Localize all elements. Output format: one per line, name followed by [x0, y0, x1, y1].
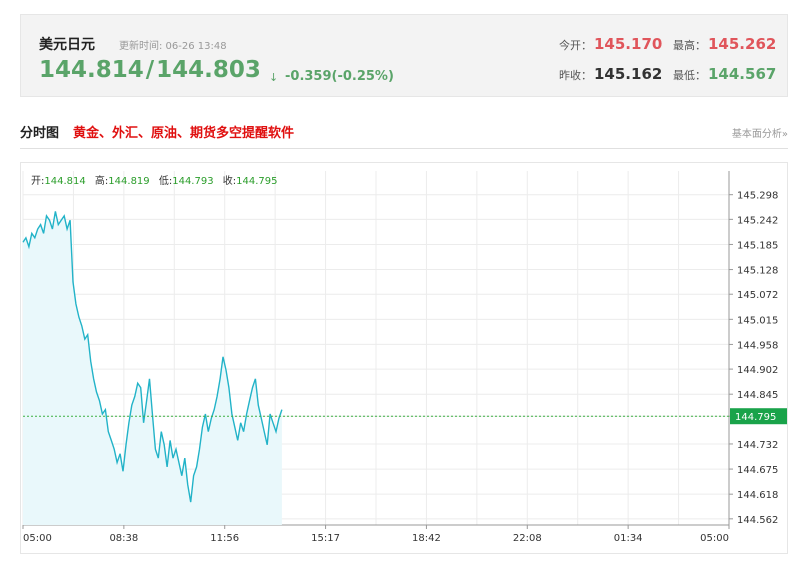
- low-label: 最低：: [673, 69, 706, 82]
- x-tick-label: 11:56: [210, 533, 239, 544]
- ask-price: 144.803: [156, 57, 261, 83]
- open-value: 145.170: [594, 35, 663, 53]
- y-tick-label: 145.298: [737, 191, 778, 202]
- bid-price: 144.814: [39, 57, 144, 83]
- x-tick-label: 05:00: [23, 533, 52, 544]
- y-tick-label: 144.845: [737, 390, 778, 401]
- prev-close-stat: 昨收： 145.162: [559, 65, 662, 83]
- y-tick-label: 145.015: [737, 315, 778, 326]
- ohlc-close-value: 144.795: [236, 176, 278, 187]
- x-tick-label: 15:17: [311, 533, 340, 544]
- x-tick-label: 18:42: [412, 533, 441, 544]
- low-stat: 最低： 144.567: [673, 65, 776, 83]
- open-stat: 今开： 145.170: [559, 35, 662, 53]
- low-value: 144.567: [708, 65, 777, 83]
- open-label: 今开：: [559, 39, 592, 52]
- prev-close-value: 145.162: [594, 65, 663, 83]
- x-tick-label: 22:08: [513, 533, 542, 544]
- intraday-chart: 145.298 145.242 145.185 145.128 145.072 145.0…: [20, 162, 788, 554]
- series-area: [23, 211, 282, 525]
- quote-panel: 美元日元 更新时间: 06-26 13:48 144.814/144.803 ↓…: [20, 14, 788, 97]
- x-tick-label: 05:00: [700, 533, 729, 544]
- y-tick-label: 144.902: [737, 365, 778, 376]
- high-stat: 最高： 145.262: [673, 35, 776, 53]
- ohlc-open-label: 开:: [31, 176, 45, 187]
- ohlc-readout: 开:144.814 高:144.819 低:144.793 收:144.795: [31, 172, 284, 187]
- ohlc-low-value: 144.793: [172, 176, 214, 187]
- promo-link[interactable]: 黄金、外汇、原油、期货多空提醒软件: [73, 122, 294, 141]
- ohlc-low-label: 低:: [158, 176, 173, 187]
- ohlc-open-value: 144.814: [44, 176, 86, 187]
- x-tick-label: 01:34: [614, 533, 643, 544]
- instrument-name: 美元日元: [39, 37, 95, 53]
- x-tick-label: 08:38: [109, 533, 138, 544]
- y-tick-label: 144.958: [737, 340, 778, 351]
- prev-close-label: 昨收：: [559, 69, 592, 82]
- y-tick-label: 145.128: [737, 266, 778, 277]
- high-label: 最高：: [673, 39, 706, 52]
- bid-ask-price: 144.814/144.803: [39, 57, 261, 83]
- ohlc-close-label: 收:: [222, 176, 237, 187]
- fundamental-analysis-link[interactable]: 基本面分析»: [732, 125, 788, 140]
- price-change: -0.359(-0.25%): [285, 69, 394, 84]
- high-value: 145.262: [708, 35, 777, 53]
- down-arrow-icon: ↓: [269, 71, 279, 84]
- y-tick-label: 145.242: [737, 215, 778, 226]
- y-tick-label: 144.562: [737, 515, 778, 526]
- chart-svg: 145.298 145.242 145.185 145.128 145.072 145.0…: [22, 171, 787, 544]
- y-tick-label: 144.675: [737, 465, 778, 476]
- y-tick-label: 144.618: [737, 490, 778, 501]
- y-tick-label: 144.732: [737, 440, 778, 451]
- section-title: 分时图: [20, 126, 60, 141]
- update-time: 更新时间: 06-26 13:48: [119, 41, 227, 52]
- y-tick-label: 145.072: [737, 290, 778, 301]
- y-tick-label: 145.185: [737, 240, 778, 251]
- ohlc-high-value: 144.819: [108, 176, 150, 187]
- section-divider: [20, 148, 788, 149]
- ohlc-high-label: 高:: [94, 176, 109, 187]
- price-separator: /: [145, 57, 155, 83]
- current-price-label: 144.795: [735, 412, 776, 423]
